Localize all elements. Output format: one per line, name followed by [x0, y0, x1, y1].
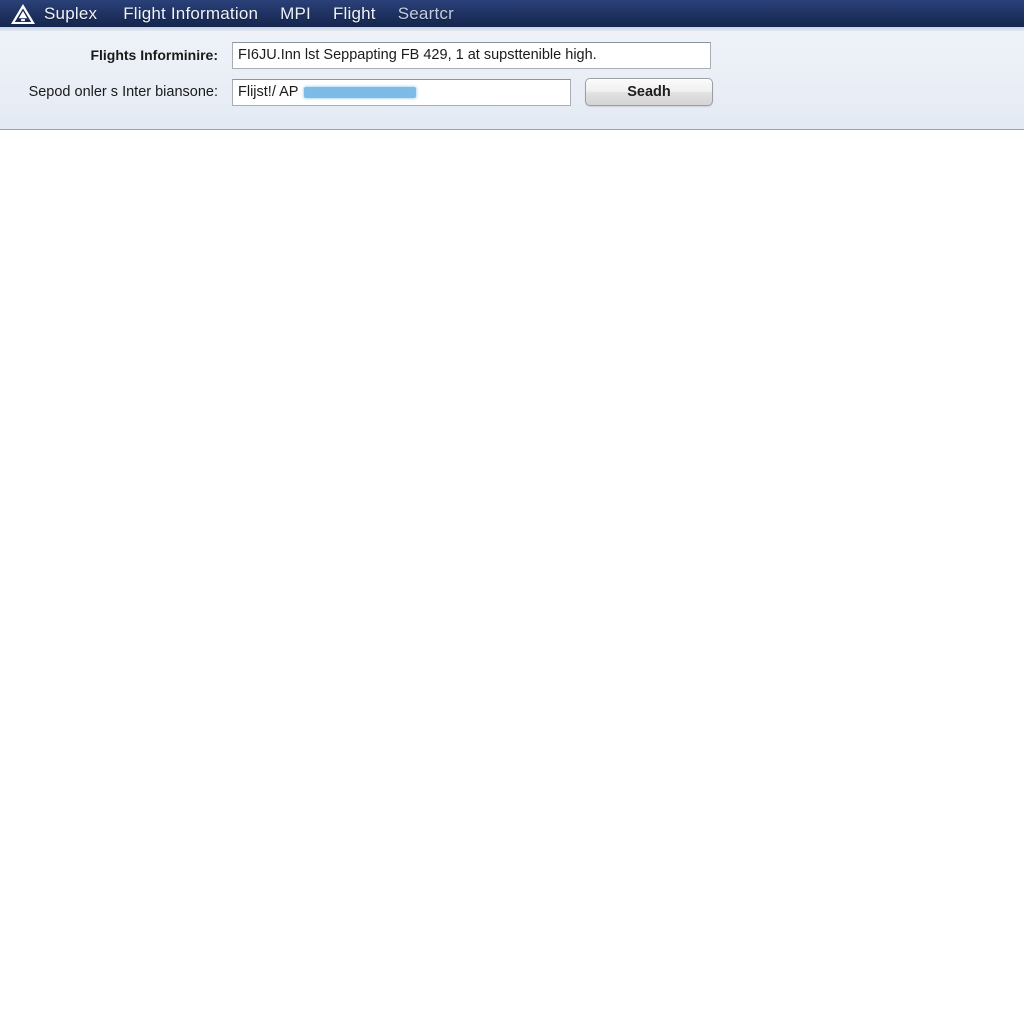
flights-information-input-value: FI6JU.Inn lst Seppapting FB 429, 1 at su… [238, 47, 597, 63]
nav-brand-suplex[interactable]: Suplex [44, 4, 97, 24]
second-order-input[interactable]: Flijst!/ AP [232, 78, 571, 106]
search-form-panel: Flights Informinire: FI6JU.Inn lst Seppa… [0, 31, 1024, 130]
flights-information-input[interactable]: FI6JU.Inn lst Seppapting FB 429, 1 at su… [232, 41, 711, 69]
flights-information-label: Flights Informinire: [90, 47, 218, 63]
second-order-label: Sepod onler s Inter biansone: [28, 84, 218, 100]
top-navigation-bar: Suplex Flight Information MPI Flight Sea… [0, 0, 1024, 27]
second-order-input-value: Flijst!/ AP [238, 84, 299, 100]
nav-item-flight[interactable]: Flight [333, 4, 376, 24]
nav-item-mpi[interactable]: MPI [280, 4, 311, 24]
main-content-area [0, 131, 1024, 1024]
redacted-highlight-block [304, 86, 417, 98]
nav-item-flight-information[interactable]: Flight Information [123, 4, 258, 24]
search-button[interactable]: Seadh [585, 78, 713, 106]
nav-item-search[interactable]: Seartcr [398, 4, 454, 24]
triangle-warning-logo-icon [10, 3, 36, 25]
form-row-second-order: Sepod onler s Inter biansone: Flijst!/ A… [0, 78, 740, 106]
form-row-flights-information: Flights Informinire: FI6JU.Inn lst Seppa… [0, 41, 740, 69]
